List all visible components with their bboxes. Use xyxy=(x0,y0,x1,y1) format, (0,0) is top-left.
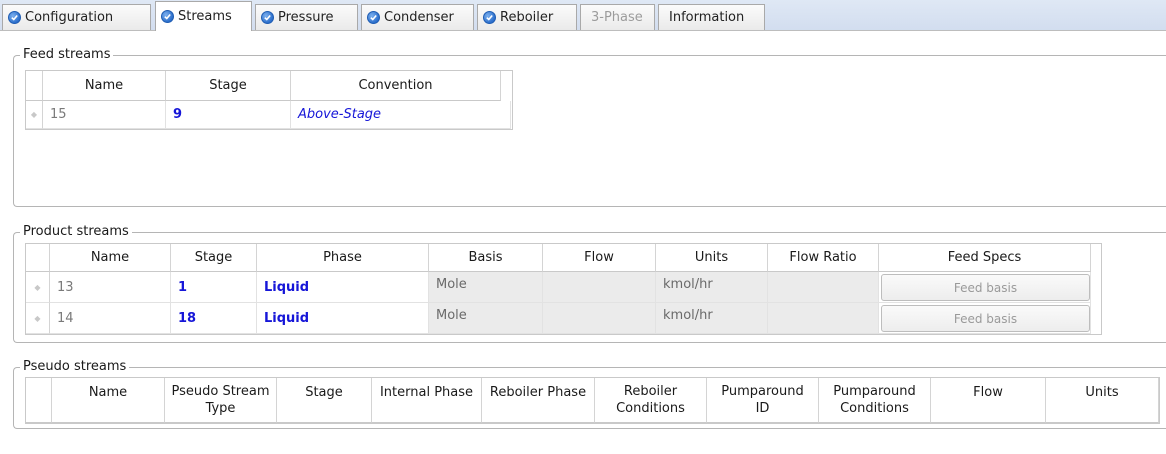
column-header-convention[interactable]: Convention xyxy=(291,71,501,101)
column-header-units[interactable]: Units xyxy=(1046,378,1159,423)
header-line: Conditions xyxy=(840,401,909,416)
header-line: Reboiler xyxy=(623,384,678,399)
column-header-pseudo-stream-type[interactable]: Pseudo Stream Type xyxy=(165,378,277,423)
feed-streams-grid: Name Stage Convention ◆ 15 9 Above-Stage xyxy=(25,70,513,130)
pseudo-streams-legend: Pseudo streams xyxy=(20,359,130,375)
product-basis-cell: Mole xyxy=(429,303,543,334)
column-header-flow-ratio[interactable]: Flow Ratio xyxy=(768,244,879,272)
row-header-corner xyxy=(26,71,43,101)
column-header-pumparound-id[interactable]: Pumparound ID xyxy=(707,378,819,423)
column-header-reboiler-conditions[interactable]: Reboiler Conditions xyxy=(595,378,707,423)
column-header-name[interactable]: Name xyxy=(52,378,165,423)
product-basis-cell: Mole xyxy=(429,272,543,303)
row-header-corner xyxy=(26,244,50,272)
tab-label: Reboiler xyxy=(500,10,554,25)
product-units-cell: kmol/hr xyxy=(656,303,768,334)
product-streams-grid: Name Stage Phase Basis Flow Units Flow R… xyxy=(25,243,1102,335)
product-units-cell: kmol/hr xyxy=(656,272,768,303)
row-selector[interactable]: ◆ xyxy=(26,303,50,334)
check-circle-icon xyxy=(367,11,380,24)
header-line: Pseudo Stream xyxy=(171,384,270,399)
tab-configuration[interactable]: Configuration xyxy=(2,4,151,30)
tab-pressure[interactable]: Pressure xyxy=(255,4,358,30)
column-header-basis[interactable]: Basis xyxy=(429,244,543,272)
tab-label: Condenser xyxy=(384,10,454,25)
product-flow-cell xyxy=(543,272,656,303)
tab-label: Configuration xyxy=(25,10,114,25)
check-circle-icon xyxy=(161,10,174,23)
feed-stage-cell[interactable]: 9 xyxy=(166,101,291,129)
check-circle-icon xyxy=(483,11,496,24)
tab-label: Information xyxy=(669,10,745,25)
column-header-stage[interactable]: Stage xyxy=(171,244,257,272)
product-phase-cell[interactable]: Liquid xyxy=(257,303,429,334)
tab-label: Pressure xyxy=(278,10,334,25)
header-line: Pumparound xyxy=(833,384,916,399)
row-selector[interactable]: ◆ xyxy=(26,272,50,303)
tab-streams[interactable]: Streams xyxy=(155,1,252,31)
header-line: Conditions xyxy=(616,401,685,416)
feed-basis-button[interactable]: Feed basis xyxy=(881,274,1090,301)
product-flow-cell xyxy=(543,303,656,334)
tab-label: 3-Phase xyxy=(591,10,643,25)
check-circle-icon xyxy=(8,11,21,24)
feed-convention-cell[interactable]: Above-Stage xyxy=(291,101,511,129)
row-header-corner xyxy=(26,378,52,423)
header-line: Pumparound xyxy=(721,384,804,399)
column-header-stage[interactable]: Stage xyxy=(166,71,291,101)
header-line: ID xyxy=(755,401,770,416)
column-header-stage[interactable]: Stage xyxy=(277,378,372,423)
column-header-flow[interactable]: Flow xyxy=(931,378,1046,423)
column-header-units[interactable]: Units xyxy=(656,244,768,272)
column-header-pumparound-conditions[interactable]: Pumparound Conditions xyxy=(819,378,931,423)
tab-3-phase[interactable]: 3-Phase xyxy=(580,4,655,30)
column-header-flow[interactable]: Flow xyxy=(543,244,656,272)
header-line: Type xyxy=(205,401,236,416)
column-header-name[interactable]: Name xyxy=(43,71,166,101)
check-circle-icon xyxy=(261,11,274,24)
product-streams-legend: Product streams xyxy=(20,224,132,240)
product-name-cell[interactable]: 14 xyxy=(50,303,171,334)
product-stage-cell[interactable]: 18 xyxy=(171,303,257,334)
row-selector[interactable]: ◆ xyxy=(26,101,43,129)
column-header-feed-specs[interactable]: Feed Specs xyxy=(879,244,1091,272)
column-header-phase[interactable]: Phase xyxy=(257,244,429,272)
tab-information[interactable]: Information xyxy=(658,4,765,30)
tab-reboiler[interactable]: Reboiler xyxy=(477,4,577,30)
pseudo-streams-grid: Name Pseudo Stream Type Stage Internal P… xyxy=(25,377,1160,424)
product-stage-cell[interactable]: 1 xyxy=(171,272,257,303)
tab-condenser[interactable]: Condenser xyxy=(361,4,474,30)
product-phase-cell[interactable]: Liquid xyxy=(257,272,429,303)
product-flow-ratio-cell xyxy=(768,303,879,334)
feed-basis-button[interactable]: Feed basis xyxy=(881,305,1090,332)
column-header-name[interactable]: Name xyxy=(50,244,171,272)
column-header-reboiler-phase[interactable]: Reboiler Phase xyxy=(482,378,595,423)
column-header-internal-phase[interactable]: Internal Phase xyxy=(372,378,482,423)
product-flow-ratio-cell xyxy=(768,272,879,303)
tab-label: Streams xyxy=(178,9,232,24)
feed-streams-legend: Feed streams xyxy=(20,47,114,63)
product-name-cell[interactable]: 13 xyxy=(50,272,171,303)
feed-name-cell[interactable]: 15 xyxy=(43,101,166,129)
